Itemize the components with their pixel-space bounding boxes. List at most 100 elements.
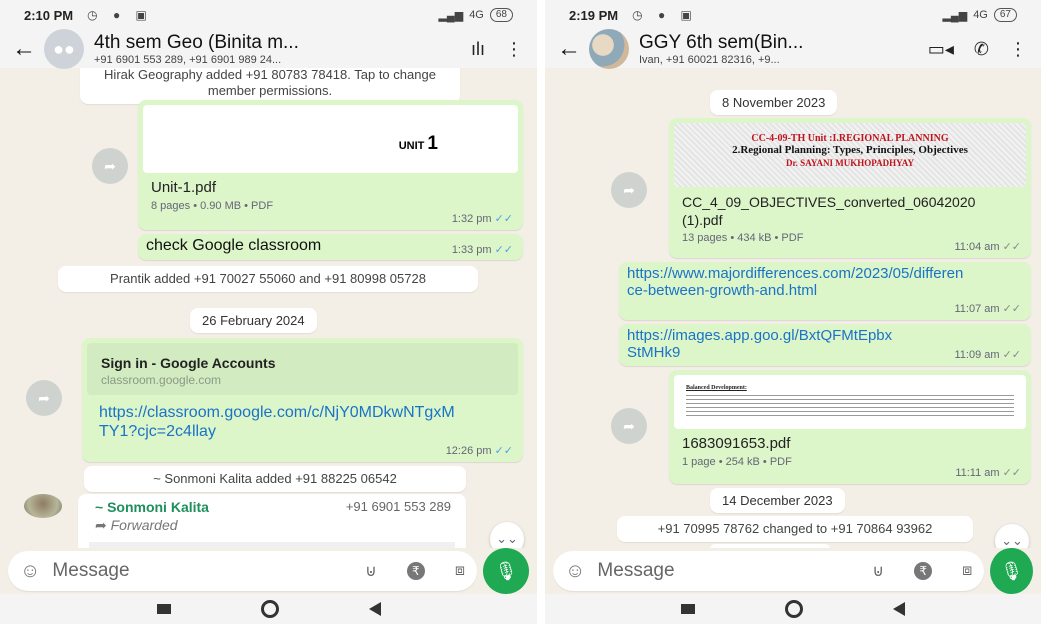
more-options-icon[interactable]: ⋮	[1009, 39, 1027, 60]
pdf-preview-text-lines	[686, 395, 1014, 417]
link-url[interactable]: https://images.app.goo.gl/BxtQFMtEpbxStM…	[627, 327, 897, 361]
message-time: 1:32 pm ✓✓	[451, 213, 513, 225]
home-icon[interactable]	[260, 600, 279, 618]
nav-back-icon[interactable]	[893, 602, 905, 616]
sender-phone: +91 6901 553 289	[345, 499, 451, 514]
attach-icon[interactable]: ⊍	[872, 561, 884, 581]
chat-header: ← ●● 4th sem Geo (Binita m... +91 6901 5…	[0, 29, 537, 69]
date-separator: 26 February 2024	[190, 308, 317, 333]
forward-icon[interactable]: ➦	[92, 148, 128, 184]
status-time: 2:19 PM	[569, 7, 619, 23]
message-input[interactable]	[52, 560, 336, 582]
chat-area[interactable]: Hirak Geography added +91 80783 78418. T…	[0, 68, 537, 548]
link-url[interactable]: https://classroom.google.com/c/NjY0MDkwN…	[99, 403, 459, 441]
read-ticks-icon: ✓✓	[494, 213, 513, 225]
microphone-icon: 🎙	[1000, 560, 1024, 581]
pdf-preview-line2: 2.Regional Planning: Types, Principles, …	[732, 144, 968, 156]
chat-members: Ivan, +91 60021 82316, +9...	[639, 54, 780, 66]
microphone-button[interactable]: 🎙	[483, 548, 529, 594]
notification-icons: ◷ ● ▣	[632, 8, 698, 22]
incoming-message[interactable]: ~ Sonmoni Kalita +91 6901 553 289 ➦ Forw…	[78, 494, 466, 548]
system-message-number-changed[interactable]: +91 70995 78762 changed to +91 70864 939…	[617, 516, 973, 542]
forward-icon[interactable]: ➦	[611, 172, 647, 208]
voice-call-icon[interactable]: ✆	[974, 39, 989, 60]
group-avatar[interactable]: ●●	[44, 29, 84, 69]
recent-apps-icon[interactable]	[156, 604, 171, 614]
pdf-preview-number: 1	[427, 133, 438, 154]
pdf-preview[interactable]: Balanced Development:	[674, 375, 1026, 429]
link-message[interactable]: Sign in - Google Accounts classroom.goog…	[82, 338, 523, 462]
notification-icons: ◷ ● ▣	[87, 8, 153, 22]
network-label: 4G	[469, 9, 484, 21]
payment-icon[interactable]: ₹	[914, 562, 933, 580]
input-bar: ☺ ⊍ ₹ ⧈ 🎙	[545, 548, 1041, 594]
pdf-preview[interactable]: UNIT 1	[143, 105, 518, 173]
sender-avatar[interactable]	[24, 494, 62, 518]
nav-bar	[0, 594, 537, 624]
back-arrow-icon[interactable]: ←	[557, 35, 583, 63]
forwarded-label: Forwarded	[110, 517, 178, 533]
pdf-message-1683091653[interactable]: Balanced Development: 1683091653.pdf 1 p…	[669, 370, 1031, 484]
voice-chat-icon[interactable]: ılı	[471, 39, 485, 60]
system-message-added[interactable]: Prantik added +91 70027 55060 and +91 80…	[58, 266, 478, 292]
pdf-preview[interactable]: CC-4-09-TH Unit :I.REGIONAL PLANNING 2.R…	[674, 123, 1026, 187]
delivered-ticks-icon: ✓✓	[1002, 303, 1021, 315]
pdf-filename: CC_4_09_OBJECTIVES_converted_06042020 (1…	[682, 194, 976, 228]
sender-name: ~ Sonmoni Kalita	[95, 499, 209, 515]
recent-apps-icon[interactable]	[681, 604, 695, 614]
link-message-images[interactable]: https://images.app.goo.gl/BxtQFMtEpbxStM…	[619, 324, 1031, 366]
scroll-down-icon[interactable]: ⌄⌄	[995, 524, 1029, 548]
link-preview[interactable]: Sign in - Google Accounts classroom.goog…	[87, 343, 518, 395]
text-message[interactable]: check Google classroom 1:33 pm ✓✓	[138, 234, 523, 260]
read-ticks-icon: ✓✓	[494, 244, 513, 256]
forward-icon[interactable]: ➦	[26, 380, 62, 416]
input-bar: ☺ ⊍ ₹ ⧈ 🎙	[0, 548, 537, 594]
signal-icon: ▂▄▆	[942, 9, 968, 22]
message-time: 11:04 am ✓✓	[954, 241, 1022, 253]
chat-title: GGY 6th sem(Bin...	[639, 32, 804, 53]
message-time: 11:09 am ✓✓	[954, 349, 1022, 361]
message-time: 11:11 am ✓✓	[955, 467, 1021, 479]
home-icon[interactable]	[785, 600, 803, 618]
scroll-down-icon[interactable]: ⌄⌄	[490, 522, 524, 548]
battery-indicator: 68	[489, 8, 513, 22]
video-call-icon[interactable]: ▭◂	[928, 39, 954, 60]
status-right: ▂▄▆ 4G 67	[942, 8, 1017, 22]
system-message-permissions[interactable]: Hirak Geography added +91 80783 78418. T…	[80, 68, 460, 104]
forwarded-icon: ➦	[95, 517, 107, 533]
message-time: 1:33 pm ✓✓	[451, 244, 513, 256]
more-options-icon[interactable]: ⋮	[505, 39, 523, 60]
right-phone-screen: 2:19 PM ◷ ● ▣ ▂▄▆ 4G 67 ← GGY 6th sem(Bi…	[545, 0, 1041, 624]
payment-icon[interactable]: ₹	[406, 562, 425, 580]
signal-icon: ▂▄▆	[438, 9, 464, 22]
chat-area[interactable]: 8 November 2023 ➦ CC-4-09-TH Unit :I.REG…	[545, 68, 1041, 548]
forward-icon[interactable]: ➦	[611, 408, 647, 444]
pdf-message-unit1[interactable]: UNIT 1 Unit-1.pdf 8 pages • 0.90 MB • PD…	[138, 100, 523, 230]
emoji-icon[interactable]: ☺	[20, 560, 40, 583]
pdf-filename: 1683091653.pdf	[682, 435, 791, 452]
link-message-majordifferences[interactable]: https://www.majordifferences.com/2023/05…	[619, 262, 1031, 320]
left-phone-screen: 2:10 PM ◷ ● ▣ ▂▄▆ 4G 68 ← ●● 4th sem Geo…	[0, 0, 537, 624]
message-input[interactable]	[597, 560, 843, 582]
status-bar: 2:10 PM ◷ ● ▣ ▂▄▆ 4G 68	[0, 0, 537, 30]
camera-icon[interactable]: ⧈	[962, 562, 972, 580]
emoji-icon[interactable]: ☺	[565, 560, 585, 583]
nav-back-icon[interactable]	[368, 602, 381, 616]
microphone-button[interactable]: 🎙	[990, 548, 1033, 594]
system-message-added-2[interactable]: ~ Sonmoni Kalita added +91 88225 06542	[84, 466, 466, 492]
camera-icon[interactable]: ⧈	[455, 562, 465, 580]
message-input-box: ☺ ⊍ ₹ ⧈	[553, 551, 985, 591]
chat-header-info[interactable]: 4th sem Geo (Binita m... +91 6901 553 28…	[94, 32, 451, 66]
chat-header-info[interactable]: GGY 6th sem(Bin... Ivan, +91 60021 82316…	[639, 32, 908, 66]
link-url[interactable]: https://www.majordifferences.com/2023/05…	[627, 265, 967, 299]
pdf-message-regional-planning[interactable]: CC-4-09-TH Unit :I.REGIONAL PLANNING 2.R…	[669, 118, 1031, 258]
date-separator: 14 December 2023	[710, 488, 845, 513]
pdf-preview-line3: Dr. SAYANI MUKHOPADHYAY	[786, 158, 914, 168]
attach-icon[interactable]: ⊍	[365, 561, 377, 581]
status-right: ▂▄▆ 4G 68	[438, 8, 513, 22]
back-arrow-icon[interactable]: ←	[12, 35, 38, 63]
status-bar: 2:19 PM ◷ ● ▣ ▂▄▆ 4G 67	[545, 0, 1041, 30]
group-avatar[interactable]	[589, 29, 629, 69]
chat-header: ← GGY 6th sem(Bin... Ivan, +91 60021 823…	[545, 29, 1041, 69]
delivered-ticks-icon: ✓✓	[1002, 467, 1021, 479]
